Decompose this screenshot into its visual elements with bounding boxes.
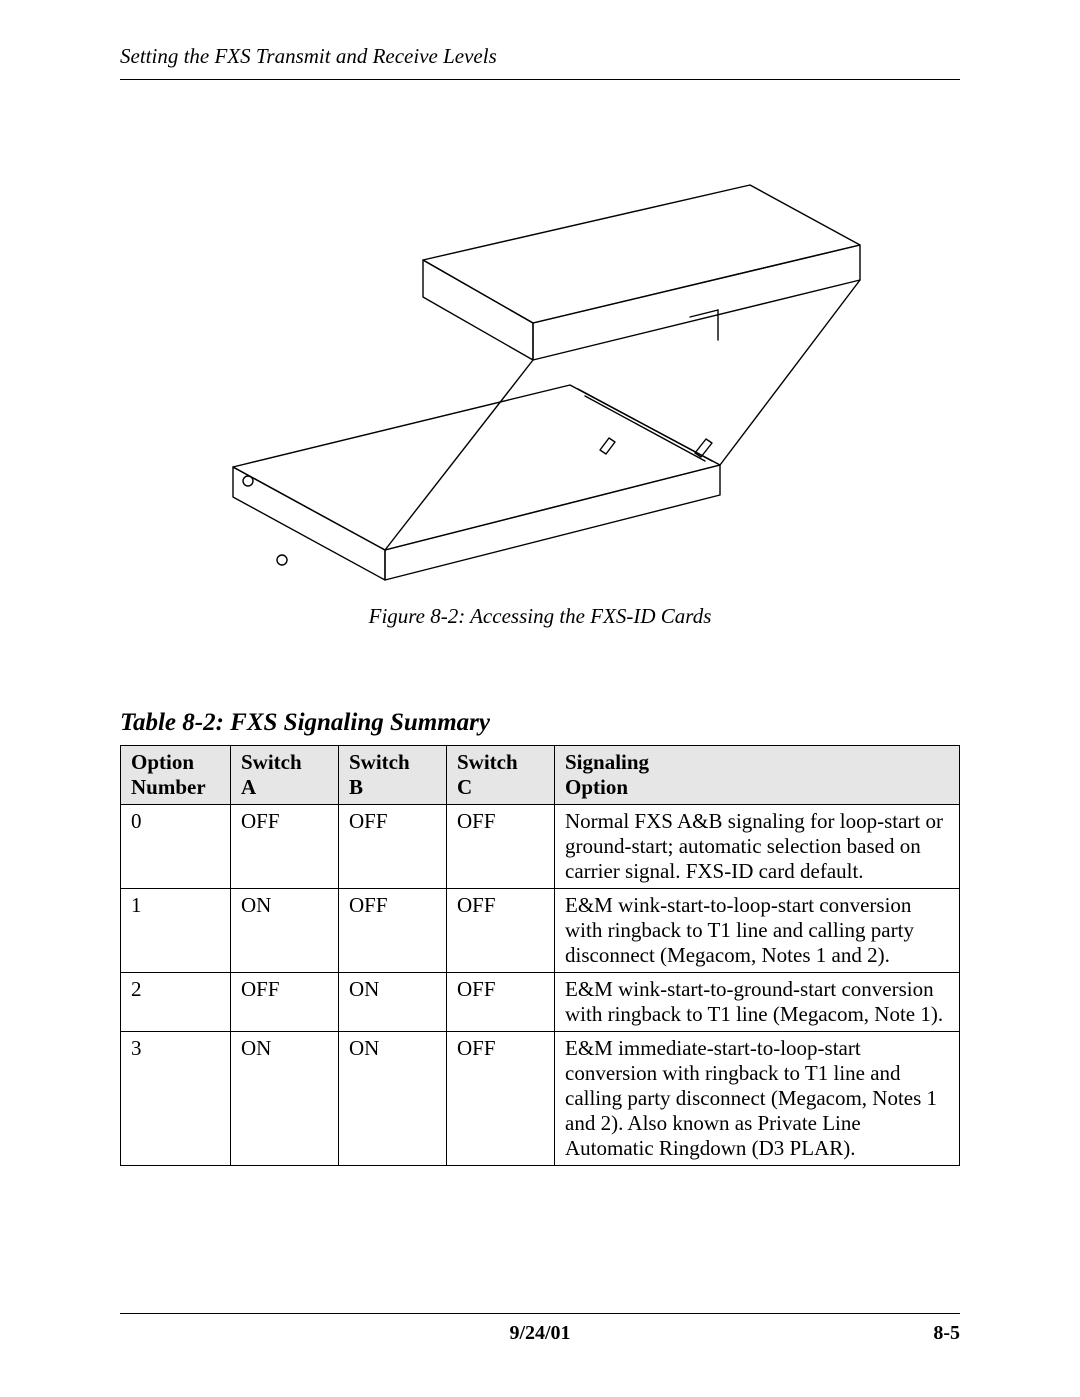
hdr-swc-l1: Switch <box>457 750 518 774</box>
cell-signaling: E&M immediate-start-to-loop-start conver… <box>555 1032 960 1166</box>
page-footer: 9/24/01 8-5 <box>120 1305 960 1345</box>
figure-caption: Figure 8-2: Accessing the FXS-ID Cards <box>120 604 960 629</box>
cell-signaling: E&M wink-start-to-ground-start conversio… <box>555 973 960 1032</box>
hdr-option-l1: Option <box>131 750 194 774</box>
table-row: 3 ON ON OFF E&M immediate-start-to-loop-… <box>121 1032 960 1166</box>
table-row: 1 ON OFF OFF E&M wink-start-to-loop-star… <box>121 889 960 973</box>
fxs-signaling-table: Option Number Switch A Switch B Switch C… <box>120 745 960 1166</box>
cell-switch-b: ON <box>339 973 447 1032</box>
col-switch-a: Switch A <box>231 746 339 805</box>
col-option-number: Option Number <box>121 746 231 805</box>
footer-rule <box>120 1313 960 1314</box>
cell-signaling: Normal FXS A&B signaling for loop-start … <box>555 805 960 889</box>
cell-switch-c: OFF <box>447 889 555 973</box>
footer-date: 9/24/01 <box>509 1322 570 1345</box>
cell-option-number: 2 <box>121 973 231 1032</box>
col-switch-b: Switch B <box>339 746 447 805</box>
hdr-swb-l2: B <box>349 775 363 799</box>
cell-switch-c: OFF <box>447 805 555 889</box>
cell-switch-b: ON <box>339 1032 447 1166</box>
hdr-swc-l2: C <box>457 775 472 799</box>
header-rule <box>120 79 960 80</box>
fxs-id-cards-illustration <box>190 165 890 585</box>
cell-switch-b: OFF <box>339 805 447 889</box>
hdr-option-l2: Number <box>131 775 206 799</box>
hdr-sig-l2: Option <box>565 775 628 799</box>
cell-option-number: 0 <box>121 805 231 889</box>
cell-signaling: E&M wink-start-to-loop-start conversion … <box>555 889 960 973</box>
col-signaling-option: Signaling Option <box>555 746 960 805</box>
table-row: 2 OFF ON OFF E&M wink-start-to-ground-st… <box>121 973 960 1032</box>
cell-switch-a: OFF <box>231 973 339 1032</box>
cell-option-number: 1 <box>121 889 231 973</box>
cell-switch-a: OFF <box>231 805 339 889</box>
cell-switch-a: ON <box>231 889 339 973</box>
document-page: Setting the FXS Transmit and Receive Lev… <box>0 0 1080 1397</box>
cell-option-number: 3 <box>121 1032 231 1166</box>
table-8-2-title: Table 8-2: FXS Signaling Summary <box>120 709 960 737</box>
table-header-row: Option Number Switch A Switch B Switch C… <box>121 746 960 805</box>
hdr-swa-l1: Switch <box>241 750 302 774</box>
figure-8-2: Figure 8-2: Accessing the FXS-ID Cards <box>120 165 960 629</box>
running-header: Setting the FXS Transmit and Receive Lev… <box>120 44 960 80</box>
cell-switch-b: OFF <box>339 889 447 973</box>
cell-switch-c: OFF <box>447 973 555 1032</box>
cell-switch-a: ON <box>231 1032 339 1166</box>
footer-page-number: 8-5 <box>933 1322 960 1345</box>
cell-switch-c: OFF <box>447 1032 555 1166</box>
table-row: 0 OFF OFF OFF Normal FXS A&B signaling f… <box>121 805 960 889</box>
hdr-sig-l1: Signaling <box>565 750 649 774</box>
hdr-swa-l2: A <box>241 775 256 799</box>
col-switch-c: Switch C <box>447 746 555 805</box>
running-head-title: Setting the FXS Transmit and Receive Lev… <box>120 44 960 69</box>
hdr-swb-l1: Switch <box>349 750 410 774</box>
